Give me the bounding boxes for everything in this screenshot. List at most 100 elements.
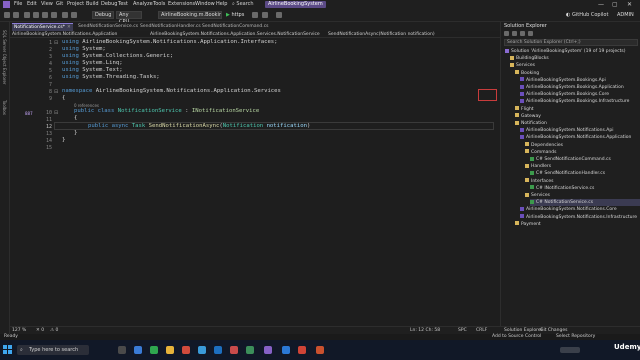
tree-item[interactable]: Commands xyxy=(525,149,640,156)
platform-select[interactable]: Any CPU xyxy=(116,11,142,25)
tree-item[interactable]: Dependencies xyxy=(525,142,640,149)
redo-icon[interactable] xyxy=(71,12,77,18)
tree-item[interactable]: Solution 'AirlineBookingSystem' (19 of 1… xyxy=(505,48,640,55)
tree-item[interactable]: C# NotificationService.cs xyxy=(530,199,640,207)
menu-help[interactable]: Help xyxy=(216,1,227,8)
app-icon[interactable] xyxy=(150,346,158,354)
sql-server-object-explorer-tab[interactable]: SQL Server Object Explorer xyxy=(2,30,7,85)
menu-git[interactable]: Git xyxy=(56,1,63,8)
toolbox-tab[interactable]: Toolbox xyxy=(2,100,7,115)
app-icon[interactable] xyxy=(198,346,206,354)
keyword: using xyxy=(62,39,79,45)
forward-icon[interactable] xyxy=(13,12,19,18)
menu-edit[interactable]: Edit xyxy=(27,1,37,8)
show-all-files-icon[interactable] xyxy=(528,31,533,36)
file-explorer-icon[interactable] xyxy=(166,346,174,354)
run-button[interactable]: ▶ https xyxy=(226,11,244,19)
startup-project-select[interactable]: AirlineBooking.m.Bookings.Api xyxy=(158,11,222,19)
collapse-icon[interactable]: ⊟ xyxy=(54,111,59,116)
tree-item[interactable]: Notification xyxy=(515,120,640,127)
menu-build[interactable]: Build xyxy=(86,1,99,8)
tree-item[interactable]: BuildingBlocks xyxy=(510,55,640,62)
menu-tools[interactable]: Tools xyxy=(153,1,165,8)
tree-item[interactable]: AirlineBookingSystem.Bookings.Core xyxy=(520,91,640,98)
menu-view[interactable]: View xyxy=(41,1,53,8)
reference-count-badge[interactable]: 887 xyxy=(25,111,33,116)
app-icon[interactable] xyxy=(134,346,142,354)
configuration-select[interactable]: Debug xyxy=(92,11,114,19)
nav-project-dropdown[interactable]: AirlineBookingSystem.Notifications.Appli… xyxy=(12,31,117,38)
toolbar-extra-icon[interactable] xyxy=(276,12,282,18)
tab-send-notification-service[interactable]: SendNotificationService.cs xyxy=(76,23,140,31)
app-icon[interactable] xyxy=(182,346,190,354)
tree-item[interactable]: AirlineBookingSystem.Notifications.Api xyxy=(520,127,640,134)
tab-close-icon[interactable]: ✕ xyxy=(67,25,71,30)
nav-member-dropdown[interactable]: SendNotificationAsync(Notification notif… xyxy=(328,31,435,38)
tab-notification-service[interactable]: NotificationService.cs* ✕ xyxy=(12,23,73,31)
tree-item[interactable]: Payment xyxy=(515,221,640,228)
search-box[interactable]: ⌕ Search xyxy=(232,1,260,8)
menu-project[interactable]: Project xyxy=(67,1,84,8)
app-icon[interactable] xyxy=(298,346,306,354)
collapse-icon[interactable]: ⊟ xyxy=(54,41,59,46)
tree-item[interactable]: Handlers xyxy=(525,163,640,170)
solution-search-input[interactable]: Search Solution Explorer (Ctrl+;) xyxy=(504,39,638,46)
app-icon[interactable] xyxy=(316,346,324,354)
tree-item[interactable]: AirlineBookingSystem.Notifications.Infra… xyxy=(520,214,640,221)
folder-icon xyxy=(515,113,519,118)
github-copilot-button[interactable]: ◐ GitHub Copilot xyxy=(566,11,608,19)
code-line: } xyxy=(62,137,65,144)
tree-item[interactable]: AirlineBookingSystem.Notifications.Core xyxy=(520,206,640,213)
collapse-icon[interactable]: ⊟ xyxy=(54,90,59,95)
vscode-icon[interactable] xyxy=(282,346,290,354)
tree-item[interactable]: AirlineBookingSystem.Bookings.Api xyxy=(520,77,640,84)
visual-studio-icon[interactable] xyxy=(264,346,272,354)
save-all-icon[interactable] xyxy=(51,12,57,18)
nav-type-dropdown[interactable]: AirlineBookingSystem.Notifications.Appli… xyxy=(150,31,320,38)
app-icon[interactable] xyxy=(214,346,222,354)
save-icon[interactable] xyxy=(42,12,48,18)
system-tray-icons[interactable] xyxy=(560,347,580,353)
line-number: 4 xyxy=(48,61,52,67)
tree-item[interactable]: Flight xyxy=(515,106,640,113)
menu-debug[interactable]: Debug xyxy=(101,1,117,8)
collapse-all-icon[interactable] xyxy=(520,31,525,36)
tree-item[interactable]: AirlineBookingSystem.Bookings.Applicatio… xyxy=(520,84,640,91)
minimize-icon[interactable]: — xyxy=(598,0,604,9)
tab-send-notification-handler[interactable]: SendNotificationHandler.cs xyxy=(138,23,203,31)
menu-window[interactable]: Window xyxy=(195,1,215,8)
tree-item[interactable]: Services xyxy=(510,62,640,69)
tree-item[interactable]: Services xyxy=(525,192,640,199)
solution-explorer-title: Solution Explorer xyxy=(504,23,547,29)
tree-item[interactable]: C# SendNotificationCommand.cs xyxy=(530,156,640,163)
back-icon[interactable] xyxy=(4,12,10,18)
new-item-icon[interactable] xyxy=(24,12,30,18)
hot-reload-icon[interactable] xyxy=(262,12,268,18)
code-editor[interactable]: 1 2 3 4 5 6 7 8 9 10 11 12 13 14 15 887 … xyxy=(10,38,500,326)
menu-extensions[interactable]: Extensions xyxy=(168,1,195,8)
sync-icon[interactable] xyxy=(512,31,517,36)
code-line: using System.Collections.Generic; xyxy=(62,53,173,60)
menu-test[interactable]: Test xyxy=(118,1,128,8)
tree-item[interactable]: AirlineBookingSystem.Notifications.Appli… xyxy=(520,134,640,141)
home-icon[interactable] xyxy=(504,31,509,36)
undo-icon[interactable] xyxy=(62,12,68,18)
tab-send-notification-command[interactable]: SendNotificationCommand.cs xyxy=(200,23,271,31)
close-icon[interactable]: ✕ xyxy=(627,0,632,9)
tree-item[interactable]: C# SendNotificationHandler.cs xyxy=(530,170,640,177)
app-icon[interactable] xyxy=(230,346,238,354)
tree-item[interactable]: Interfaces xyxy=(525,178,640,185)
menu-analyze[interactable]: Analyze xyxy=(133,1,153,8)
tree-item[interactable]: Gateway xyxy=(515,113,640,120)
open-icon[interactable] xyxy=(33,12,39,18)
tree-item[interactable]: AirlineBookingSystem.Bookings.Infrastruc… xyxy=(520,98,640,105)
maximize-icon[interactable]: ▢ xyxy=(612,0,618,9)
taskbar-search[interactable]: ⌕ Type here to search xyxy=(17,345,89,355)
tree-item[interactable]: Booking xyxy=(515,70,640,77)
task-view-icon[interactable] xyxy=(118,346,126,354)
tree-item[interactable]: C# INotificationService.cs xyxy=(530,185,640,192)
menu-file[interactable]: File xyxy=(14,1,22,8)
start-without-debug-icon[interactable] xyxy=(252,12,258,18)
app-icon[interactable] xyxy=(246,346,254,354)
windows-start-icon[interactable] xyxy=(3,345,12,354)
